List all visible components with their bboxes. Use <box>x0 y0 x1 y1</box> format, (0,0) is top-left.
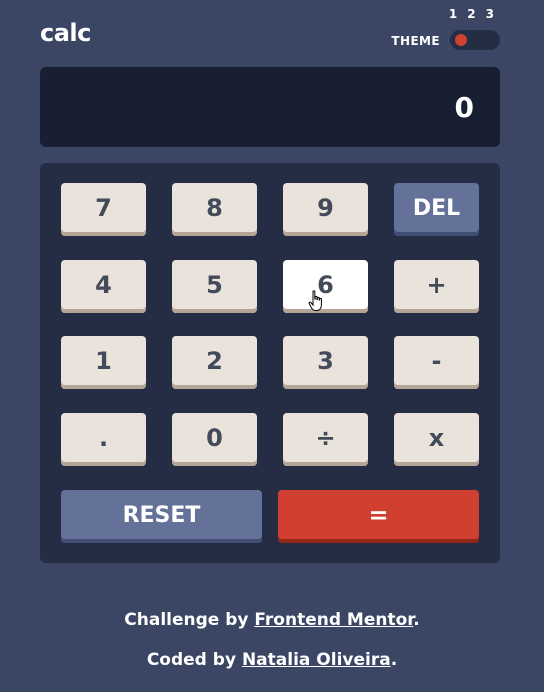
key-3[interactable]: 3 <box>283 336 368 389</box>
equals-button[interactable]: = <box>278 490 479 543</box>
reset-button[interactable]: RESET <box>61 490 262 543</box>
key-2[interactable]: 2 <box>172 336 257 389</box>
theme-number-2[interactable]: 2 <box>467 7 475 21</box>
display-screen: 0 <box>40 67 500 147</box>
theme-toggle[interactable] <box>450 30 500 50</box>
theme-number-1[interactable]: 1 <box>449 7 457 21</box>
footer: Challenge by Frontend Mentor. Coded by N… <box>0 600 544 680</box>
plus-button[interactable]: + <box>394 260 479 313</box>
header: calc 1 2 3 THEME <box>40 0 500 66</box>
key-9[interactable]: 9 <box>283 183 368 236</box>
divide-button[interactable]: ÷ <box>283 413 368 466</box>
theme-number-3[interactable]: 3 <box>486 7 494 21</box>
decimal-button[interactable]: . <box>61 413 146 466</box>
keypad: 7 8 9 DEL 4 5 6 + 1 2 3 - . 0 ÷ x RESET … <box>40 163 500 563</box>
delete-button[interactable]: DEL <box>394 183 479 236</box>
key-7[interactable]: 7 <box>61 183 146 236</box>
calculator-app: calc 1 2 3 THEME 0 7 8 9 DEL 4 5 6 + 1 2… <box>40 0 500 563</box>
display-value: 0 <box>454 90 474 124</box>
challenge-text: Challenge by <box>124 610 255 630</box>
footer-line-challenge: Challenge by Frontend Mentor. <box>0 600 544 640</box>
challenge-suffix: . <box>413 610 420 630</box>
key-4[interactable]: 4 <box>61 260 146 313</box>
theme-numbers: 1 2 3 <box>449 7 494 21</box>
multiply-button[interactable]: x <box>394 413 479 466</box>
theme-toggle-knob[interactable] <box>455 34 467 46</box>
theme-label: THEME <box>391 34 440 48</box>
footer-line-coded: Coded by Natalia Oliveira. <box>0 640 544 680</box>
key-6[interactable]: 6 <box>283 260 368 313</box>
coded-by-suffix: . <box>390 650 398 670</box>
key-6-label: 6 <box>317 271 334 299</box>
key-1[interactable]: 1 <box>61 336 146 389</box>
key-8[interactable]: 8 <box>172 183 257 236</box>
key-5[interactable]: 5 <box>172 260 257 313</box>
key-0[interactable]: 0 <box>172 413 257 466</box>
coded-by-text: Coded by <box>146 650 242 670</box>
author-link[interactable]: Natalia Oliveira <box>242 650 391 670</box>
app-logo: calc <box>40 19 91 47</box>
minus-button[interactable]: - <box>394 336 479 389</box>
frontend-mentor-link[interactable]: Frontend Mentor <box>254 610 413 630</box>
